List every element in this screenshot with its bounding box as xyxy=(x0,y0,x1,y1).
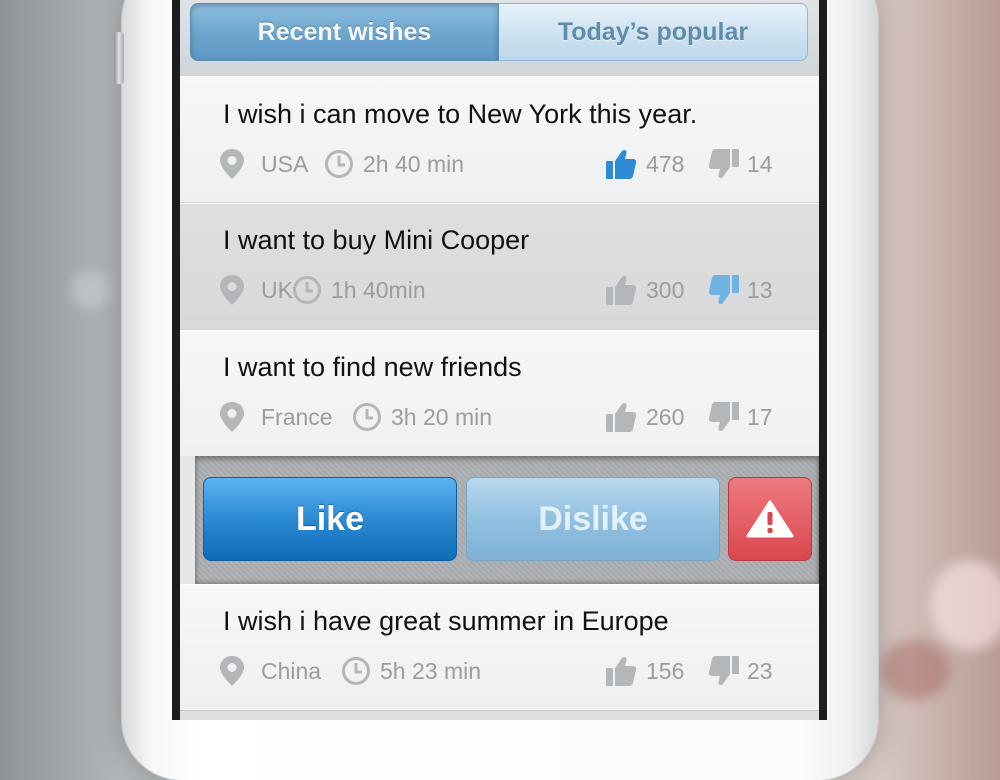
swipe-edge xyxy=(180,456,195,584)
dislike-count[interactable]: 23 xyxy=(708,654,773,688)
wish-row[interactable]: I wish i have great summer in Europe Chi… xyxy=(180,584,819,711)
background-bokeh xyxy=(930,560,1000,650)
app-screen: Recent wishes Today’s popular I wish i c… xyxy=(180,0,819,720)
time: 1h 40min xyxy=(292,273,426,307)
dislike-button[interactable]: Dislike xyxy=(466,477,720,561)
like-count-text: 156 xyxy=(646,657,685,684)
row-actions: Like Dislike xyxy=(195,456,819,584)
wish-meta: UK 1h 40min 300 13 xyxy=(218,273,788,307)
like-count-text: 300 xyxy=(646,276,685,303)
clock-icon xyxy=(353,403,381,431)
background-bokeh xyxy=(70,270,110,310)
dislike-count-text: 13 xyxy=(747,276,773,303)
location-pin-icon xyxy=(220,402,244,432)
wish-meta: USA 2h 40 min 478 14 xyxy=(218,147,788,181)
wish-text: I wish i can move to New York this year. xyxy=(223,99,698,129)
wish-meta: France 3h 20 min 260 17 xyxy=(218,400,788,434)
thumbs-up-icon[interactable] xyxy=(605,400,637,434)
background-bokeh xyxy=(880,640,950,700)
thumbs-down-icon[interactable] xyxy=(708,654,740,688)
location-pin-icon xyxy=(220,275,244,305)
like-count[interactable]: 260 xyxy=(605,400,684,434)
wish-row[interactable]: I want to find new friends France 3h 20 … xyxy=(180,330,819,457)
volume-button xyxy=(114,32,124,84)
wish-meta: China 5h 23 min 156 23 xyxy=(218,654,788,688)
time-text: 3h 20 min xyxy=(391,403,493,430)
thumbs-up-icon[interactable] xyxy=(605,654,637,688)
tab-recent-wishes[interactable]: Recent wishes xyxy=(190,3,499,61)
like-count[interactable]: 300 xyxy=(605,273,684,307)
time-text: 1h 40min xyxy=(331,276,426,303)
location: China xyxy=(218,654,321,688)
row-separator xyxy=(180,710,819,720)
location-pin-icon xyxy=(220,149,244,179)
dislike-count-text: 23 xyxy=(747,657,773,684)
thumbs-up-icon[interactable] xyxy=(605,147,637,181)
report-button[interactable] xyxy=(728,477,812,561)
like-count[interactable]: 478 xyxy=(605,147,684,181)
segmented-control: Recent wishes Today’s popular xyxy=(180,0,819,77)
wish-row[interactable]: I want to buy Mini Cooper UK 1h 40min 30… xyxy=(180,203,819,330)
like-count-text: 260 xyxy=(646,403,685,430)
screen-bezel xyxy=(819,0,827,720)
wish-text: I wish i have great summer in Europe xyxy=(223,606,669,636)
dislike-count[interactable]: 14 xyxy=(708,147,773,181)
dislike-count[interactable]: 13 xyxy=(708,273,773,307)
like-count-text: 478 xyxy=(646,150,685,177)
wish-text: I want to buy Mini Cooper xyxy=(223,225,530,255)
clock-icon xyxy=(293,276,321,304)
location: France xyxy=(218,400,333,434)
dislike-count-text: 14 xyxy=(747,150,773,177)
wish-row[interactable]: I wish i can move to New York this year.… xyxy=(180,76,819,203)
like-count[interactable]: 156 xyxy=(605,654,684,688)
dislike-count-text: 17 xyxy=(747,403,773,430)
screen-bezel xyxy=(172,0,180,720)
thumbs-down-icon[interactable] xyxy=(708,147,740,181)
wish-text: I want to find new friends xyxy=(223,352,522,382)
thumbs-down-icon[interactable] xyxy=(708,400,740,434)
clock-icon xyxy=(325,150,353,178)
tab-todays-popular[interactable]: Today’s popular xyxy=(499,3,808,61)
location: UK xyxy=(218,273,293,307)
clock-icon xyxy=(342,657,370,685)
thumbs-up-icon[interactable] xyxy=(605,273,637,307)
time: 3h 20 min xyxy=(352,400,492,434)
like-button[interactable]: Like xyxy=(203,477,457,561)
location-text: China xyxy=(261,657,322,684)
location-text: USA xyxy=(261,150,309,177)
time: 5h 23 min xyxy=(341,654,481,688)
location-text: France xyxy=(261,403,333,430)
time: 2h 40 min xyxy=(324,147,464,181)
thumbs-down-icon[interactable] xyxy=(708,273,740,307)
time-text: 2h 40 min xyxy=(363,150,465,177)
time-text: 5h 23 min xyxy=(380,657,482,684)
location-pin-icon xyxy=(220,656,244,686)
warning-icon xyxy=(746,500,794,538)
location: USA xyxy=(218,147,308,181)
location-text: UK xyxy=(261,276,293,303)
dislike-count[interactable]: 17 xyxy=(708,400,773,434)
